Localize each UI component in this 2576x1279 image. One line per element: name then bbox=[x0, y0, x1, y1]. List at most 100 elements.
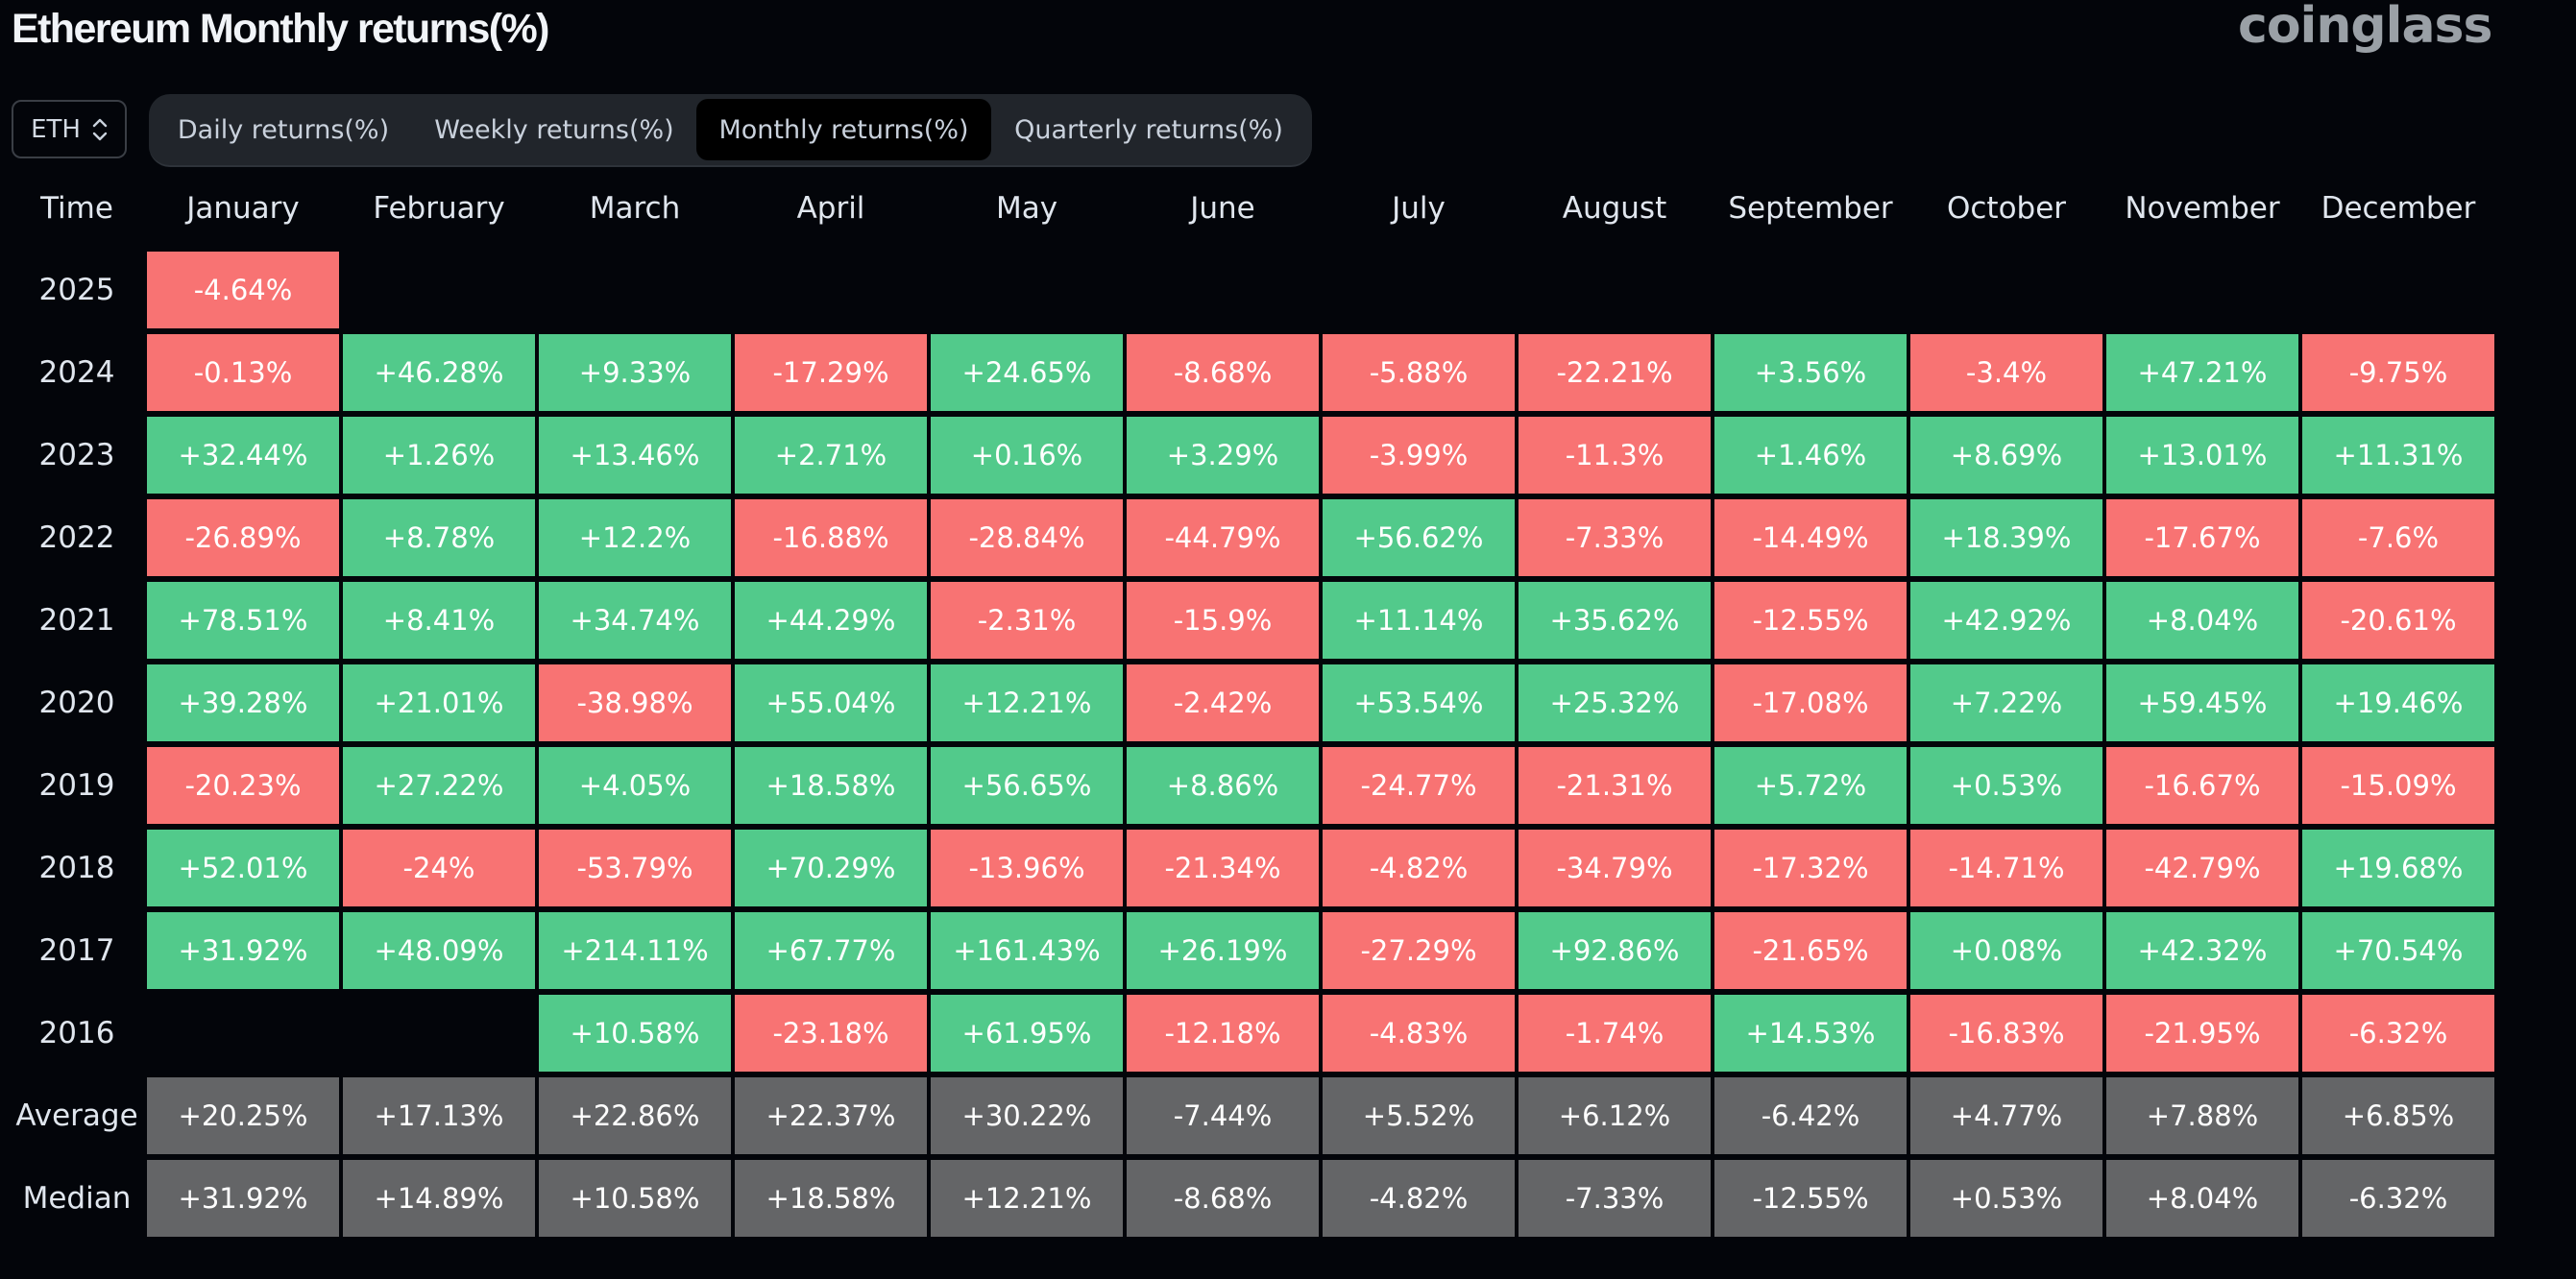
heatmap-cell-average-december[interactable]: +6.85% bbox=[2302, 1077, 2494, 1154]
heatmap-cell-2024-may[interactable]: +24.65% bbox=[931, 334, 1123, 411]
heatmap-cell-2019-june[interactable]: +8.86% bbox=[1127, 747, 1319, 824]
heatmap-cell-2018-april[interactable]: +70.29% bbox=[735, 830, 927, 906]
heatmap-cell-2024-march[interactable]: +9.33% bbox=[539, 334, 731, 411]
heatmap-cell-2022-june[interactable]: -44.79% bbox=[1127, 499, 1319, 576]
heatmap-cell-2021-february[interactable]: +8.41% bbox=[343, 582, 535, 659]
heatmap-cell-2017-september[interactable]: -21.65% bbox=[1714, 912, 1907, 989]
heatmap-cell-2020-january[interactable]: +39.28% bbox=[147, 664, 339, 741]
heatmap-cell-2018-may[interactable]: -13.96% bbox=[931, 830, 1123, 906]
heatmap-cell-2021-july[interactable]: +11.14% bbox=[1323, 582, 1515, 659]
heatmap-cell-average-march[interactable]: +22.86% bbox=[539, 1077, 731, 1154]
tab-weekly-returns[interactable]: Weekly returns(%) bbox=[412, 99, 696, 160]
heatmap-cell-2016-march[interactable]: +10.58% bbox=[539, 995, 731, 1072]
heatmap-cell-2022-may[interactable]: -28.84% bbox=[931, 499, 1123, 576]
heatmap-cell-2023-april[interactable]: +2.71% bbox=[735, 417, 927, 494]
heatmap-cell-2020-december[interactable]: +19.46% bbox=[2302, 664, 2494, 741]
heatmap-cell-average-june[interactable]: -7.44% bbox=[1127, 1077, 1319, 1154]
heatmap-cell-average-october[interactable]: +4.77% bbox=[1910, 1077, 2102, 1154]
heatmap-cell-2023-january[interactable]: +32.44% bbox=[147, 417, 339, 494]
heatmap-cell-2019-may[interactable]: +56.65% bbox=[931, 747, 1123, 824]
heatmap-cell-2019-november[interactable]: -16.67% bbox=[2106, 747, 2298, 824]
heatmap-cell-2017-july[interactable]: -27.29% bbox=[1323, 912, 1515, 989]
heatmap-cell-2023-february[interactable]: +1.26% bbox=[343, 417, 535, 494]
heatmap-cell-median-may[interactable]: +12.21% bbox=[931, 1160, 1123, 1237]
heatmap-cell-2023-march[interactable]: +13.46% bbox=[539, 417, 731, 494]
heatmap-cell-median-october[interactable]: +0.53% bbox=[1910, 1160, 2102, 1237]
heatmap-cell-2017-october[interactable]: +0.08% bbox=[1910, 912, 2102, 989]
heatmap-cell-median-november[interactable]: +8.04% bbox=[2106, 1160, 2298, 1237]
heatmap-cell-2019-september[interactable]: +5.72% bbox=[1714, 747, 1907, 824]
heatmap-cell-2018-october[interactable]: -14.71% bbox=[1910, 830, 2102, 906]
heatmap-cell-2020-september[interactable]: -17.08% bbox=[1714, 664, 1907, 741]
heatmap-cell-median-december[interactable]: -6.32% bbox=[2302, 1160, 2494, 1237]
heatmap-cell-2018-november[interactable]: -42.79% bbox=[2106, 830, 2298, 906]
heatmap-cell-2017-may[interactable]: +161.43% bbox=[931, 912, 1123, 989]
heatmap-cell-2018-june[interactable]: -21.34% bbox=[1127, 830, 1319, 906]
heatmap-cell-median-june[interactable]: -8.68% bbox=[1127, 1160, 1319, 1237]
heatmap-cell-2022-march[interactable]: +12.2% bbox=[539, 499, 731, 576]
heatmap-cell-2024-july[interactable]: -5.88% bbox=[1323, 334, 1515, 411]
heatmap-cell-2020-october[interactable]: +7.22% bbox=[1910, 664, 2102, 741]
heatmap-cell-2017-june[interactable]: +26.19% bbox=[1127, 912, 1319, 989]
heatmap-cell-2016-may[interactable]: +61.95% bbox=[931, 995, 1123, 1072]
heatmap-cell-2021-march[interactable]: +34.74% bbox=[539, 582, 731, 659]
heatmap-cell-median-august[interactable]: -7.33% bbox=[1519, 1160, 1711, 1237]
heatmap-cell-2023-june[interactable]: +3.29% bbox=[1127, 417, 1319, 494]
heatmap-cell-average-september[interactable]: -6.42% bbox=[1714, 1077, 1907, 1154]
heatmap-cell-2021-november[interactable]: +8.04% bbox=[2106, 582, 2298, 659]
heatmap-cell-average-november[interactable]: +7.88% bbox=[2106, 1077, 2298, 1154]
heatmap-cell-2020-february[interactable]: +21.01% bbox=[343, 664, 535, 741]
tab-quarterly-returns[interactable]: Quarterly returns(%) bbox=[991, 99, 1306, 160]
heatmap-cell-average-july[interactable]: +5.52% bbox=[1323, 1077, 1515, 1154]
heatmap-cell-2022-april[interactable]: -16.88% bbox=[735, 499, 927, 576]
heatmap-cell-2019-december[interactable]: -15.09% bbox=[2302, 747, 2494, 824]
tab-daily-returns[interactable]: Daily returns(%) bbox=[155, 99, 412, 160]
heatmap-cell-2016-june[interactable]: -12.18% bbox=[1127, 995, 1319, 1072]
coinglass-logo[interactable]: coinglass bbox=[2238, 0, 2492, 60]
heatmap-cell-2024-october[interactable]: -3.4% bbox=[1910, 334, 2102, 411]
heatmap-cell-2023-september[interactable]: +1.46% bbox=[1714, 417, 1907, 494]
heatmap-cell-2023-november[interactable]: +13.01% bbox=[2106, 417, 2298, 494]
heatmap-cell-2024-june[interactable]: -8.68% bbox=[1127, 334, 1319, 411]
heatmap-cell-2016-october[interactable]: -16.83% bbox=[1910, 995, 2102, 1072]
heatmap-cell-average-august[interactable]: +6.12% bbox=[1519, 1077, 1711, 1154]
heatmap-cell-2019-february[interactable]: +27.22% bbox=[343, 747, 535, 824]
tab-monthly-returns[interactable]: Monthly returns(%) bbox=[696, 99, 991, 160]
heatmap-cell-2023-october[interactable]: +8.69% bbox=[1910, 417, 2102, 494]
heatmap-cell-2016-july[interactable]: -4.83% bbox=[1323, 995, 1515, 1072]
heatmap-cell-2016-april[interactable]: -23.18% bbox=[735, 995, 927, 1072]
heatmap-cell-2024-december[interactable]: -9.75% bbox=[2302, 334, 2494, 411]
heatmap-cell-2020-august[interactable]: +25.32% bbox=[1519, 664, 1711, 741]
heatmap-cell-median-january[interactable]: +31.92% bbox=[147, 1160, 339, 1237]
heatmap-cell-2019-august[interactable]: -21.31% bbox=[1519, 747, 1711, 824]
heatmap-cell-median-april[interactable]: +18.58% bbox=[735, 1160, 927, 1237]
heatmap-cell-2025-january[interactable]: -4.64% bbox=[147, 252, 339, 328]
heatmap-cell-2018-august[interactable]: -34.79% bbox=[1519, 830, 1711, 906]
heatmap-cell-median-february[interactable]: +14.89% bbox=[343, 1160, 535, 1237]
heatmap-cell-median-march[interactable]: +10.58% bbox=[539, 1160, 731, 1237]
heatmap-cell-2018-january[interactable]: +52.01% bbox=[147, 830, 339, 906]
heatmap-cell-2022-october[interactable]: +18.39% bbox=[1910, 499, 2102, 576]
heatmap-cell-2023-july[interactable]: -3.99% bbox=[1323, 417, 1515, 494]
heatmap-cell-2020-june[interactable]: -2.42% bbox=[1127, 664, 1319, 741]
heatmap-cell-2021-october[interactable]: +42.92% bbox=[1910, 582, 2102, 659]
heatmap-cell-average-february[interactable]: +17.13% bbox=[343, 1077, 535, 1154]
heatmap-cell-2024-january[interactable]: -0.13% bbox=[147, 334, 339, 411]
heatmap-cell-2017-april[interactable]: +67.77% bbox=[735, 912, 927, 989]
heatmap-cell-2019-march[interactable]: +4.05% bbox=[539, 747, 731, 824]
heatmap-cell-average-may[interactable]: +30.22% bbox=[931, 1077, 1123, 1154]
coin-select[interactable]: ETH bbox=[12, 100, 127, 158]
heatmap-cell-2018-february[interactable]: -24% bbox=[343, 830, 535, 906]
heatmap-cell-2023-december[interactable]: +11.31% bbox=[2302, 417, 2494, 494]
heatmap-cell-2020-july[interactable]: +53.54% bbox=[1323, 664, 1515, 741]
heatmap-cell-2021-september[interactable]: -12.55% bbox=[1714, 582, 1907, 659]
heatmap-cell-2021-august[interactable]: +35.62% bbox=[1519, 582, 1711, 659]
heatmap-cell-2017-december[interactable]: +70.54% bbox=[2302, 912, 2494, 989]
heatmap-cell-2021-december[interactable]: -20.61% bbox=[2302, 582, 2494, 659]
heatmap-cell-2024-august[interactable]: -22.21% bbox=[1519, 334, 1711, 411]
heatmap-cell-2019-january[interactable]: -20.23% bbox=[147, 747, 339, 824]
heatmap-cell-2018-july[interactable]: -4.82% bbox=[1323, 830, 1515, 906]
heatmap-cell-2017-january[interactable]: +31.92% bbox=[147, 912, 339, 989]
heatmap-cell-2020-april[interactable]: +55.04% bbox=[735, 664, 927, 741]
heatmap-cell-2020-may[interactable]: +12.21% bbox=[931, 664, 1123, 741]
